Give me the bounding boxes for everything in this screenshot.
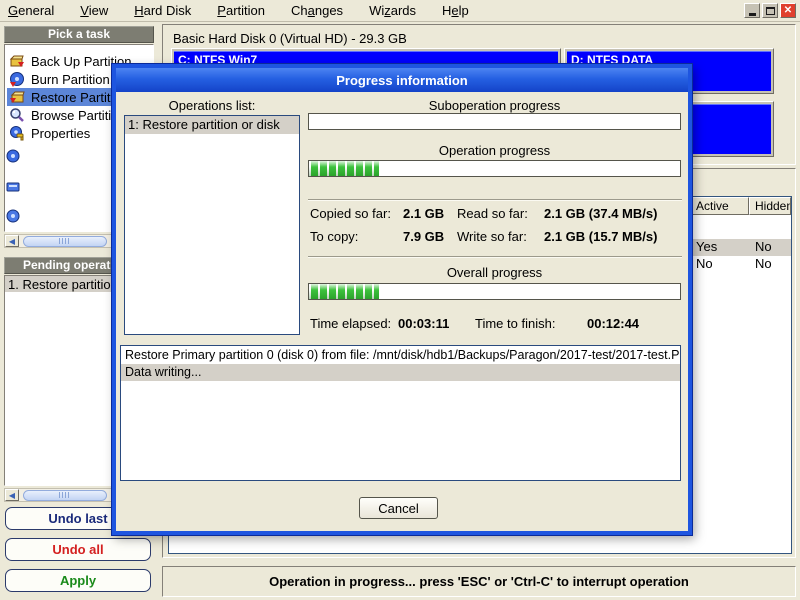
suboperation-progress-bar xyxy=(308,113,681,130)
scrollbar-grip xyxy=(59,238,71,244)
menu-bar: General View Hard Disk Partition Changes… xyxy=(0,0,800,22)
window-controls: ✕ xyxy=(744,3,796,18)
dialog-title: Progress information xyxy=(336,73,467,88)
operation-item[interactable]: 1: Restore partition or disk xyxy=(125,116,299,134)
undo-all-button[interactable]: Undo all xyxy=(5,538,151,561)
menu-help[interactable]: Help xyxy=(442,3,469,18)
scroll-left-icon: ◀ xyxy=(9,491,15,500)
disk0-label: Basic Hard Disk 0 (Virtual HD) - 29.3 GB xyxy=(173,31,407,46)
log-line: Restore Primary partition 0 (disk 0) fro… xyxy=(121,347,680,364)
application-window: General View Hard Disk Partition Changes… xyxy=(0,0,800,600)
divider xyxy=(308,199,682,201)
disk-icon xyxy=(6,179,21,194)
menu-general[interactable]: General xyxy=(8,3,54,18)
maximize-icon xyxy=(766,7,775,15)
scrollbar-thumb[interactable] xyxy=(23,236,107,247)
table-header-hidden[interactable]: Hidden xyxy=(749,197,791,215)
copied-so-far-label: Copied so far: xyxy=(310,206,391,221)
scrollbar-thumb[interactable] xyxy=(23,490,107,501)
operation-log: Restore Primary partition 0 (disk 0) fro… xyxy=(120,345,681,481)
dialog-title-bar[interactable]: Progress information xyxy=(116,68,688,92)
overall-progress-bar xyxy=(308,283,681,300)
menu-partition[interactable]: Partition xyxy=(217,3,265,18)
time-elapsed-value: 00:03:11 xyxy=(398,316,449,331)
pick-a-task-header: Pick a task xyxy=(4,26,154,43)
cancel-button[interactable]: Cancel xyxy=(359,497,438,519)
overall-progress-fill xyxy=(309,284,379,299)
menu-wizards[interactable]: Wizards xyxy=(369,3,416,18)
burn-partition-icon xyxy=(9,71,25,87)
suboperation-progress-label: Suboperation progress xyxy=(308,98,681,113)
scroll-left-button[interactable]: ◀ xyxy=(5,489,19,501)
operation-progress-bar xyxy=(308,160,681,177)
read-so-far-label: Read so far: xyxy=(457,206,528,221)
status-bar: Operation in progress... press 'ESC' or … xyxy=(162,566,796,597)
time-elapsed-label: Time elapsed: xyxy=(310,316,391,331)
scroll-left-button[interactable]: ◀ xyxy=(5,235,19,247)
disk-icon xyxy=(6,209,21,224)
apply-button[interactable]: Apply xyxy=(5,569,151,592)
minimize-icon xyxy=(749,13,756,16)
to-copy-value: 7.9 GB xyxy=(403,229,444,244)
maximize-button[interactable] xyxy=(762,3,778,18)
menu-view[interactable]: View xyxy=(80,3,108,18)
log-line-current: Data writing... xyxy=(121,364,680,381)
overall-progress-label: Overall progress xyxy=(308,265,681,280)
menu-hard-disk[interactable]: Hard Disk xyxy=(134,3,191,18)
time-to-finish-value: 00:12:44 xyxy=(587,316,639,331)
dialog-body: Operations list: Suboperation progress 1… xyxy=(116,92,688,531)
status-text: Operation in progress... press 'ESC' or … xyxy=(269,574,689,589)
operation-progress-label: Operation progress xyxy=(308,143,681,158)
restore-partition-icon xyxy=(9,89,25,105)
close-button[interactable]: ✕ xyxy=(780,3,796,18)
properties-icon xyxy=(9,125,25,141)
progress-dialog: Progress information Operations list: Su… xyxy=(112,64,692,535)
scroll-left-icon: ◀ xyxy=(9,237,15,246)
copied-so-far-value: 2.1 GB xyxy=(403,206,444,221)
divider xyxy=(308,256,682,258)
browse-partition-icon xyxy=(9,107,25,123)
read-so-far-value: 2.1 GB (37.4 MB/s) xyxy=(544,206,657,221)
disk-icon xyxy=(6,149,21,164)
close-icon: ✕ xyxy=(784,5,792,16)
scrollbar-grip xyxy=(59,492,71,498)
operations-list-label: Operations list: xyxy=(124,98,300,113)
operation-progress-fill xyxy=(309,161,379,176)
write-so-far-value: 2.1 GB (15.7 MB/s) xyxy=(544,229,657,244)
table-header-active[interactable]: Active xyxy=(690,197,749,215)
to-copy-label: To copy: xyxy=(310,229,358,244)
backup-partition-icon xyxy=(9,53,25,69)
write-so-far-label: Write so far: xyxy=(457,229,527,244)
time-to-finish-label: Time to finish: xyxy=(475,316,555,331)
menu-changes[interactable]: Changes xyxy=(291,3,343,18)
operations-list: 1: Restore partition or disk xyxy=(124,115,300,335)
minimize-button[interactable] xyxy=(744,3,760,18)
